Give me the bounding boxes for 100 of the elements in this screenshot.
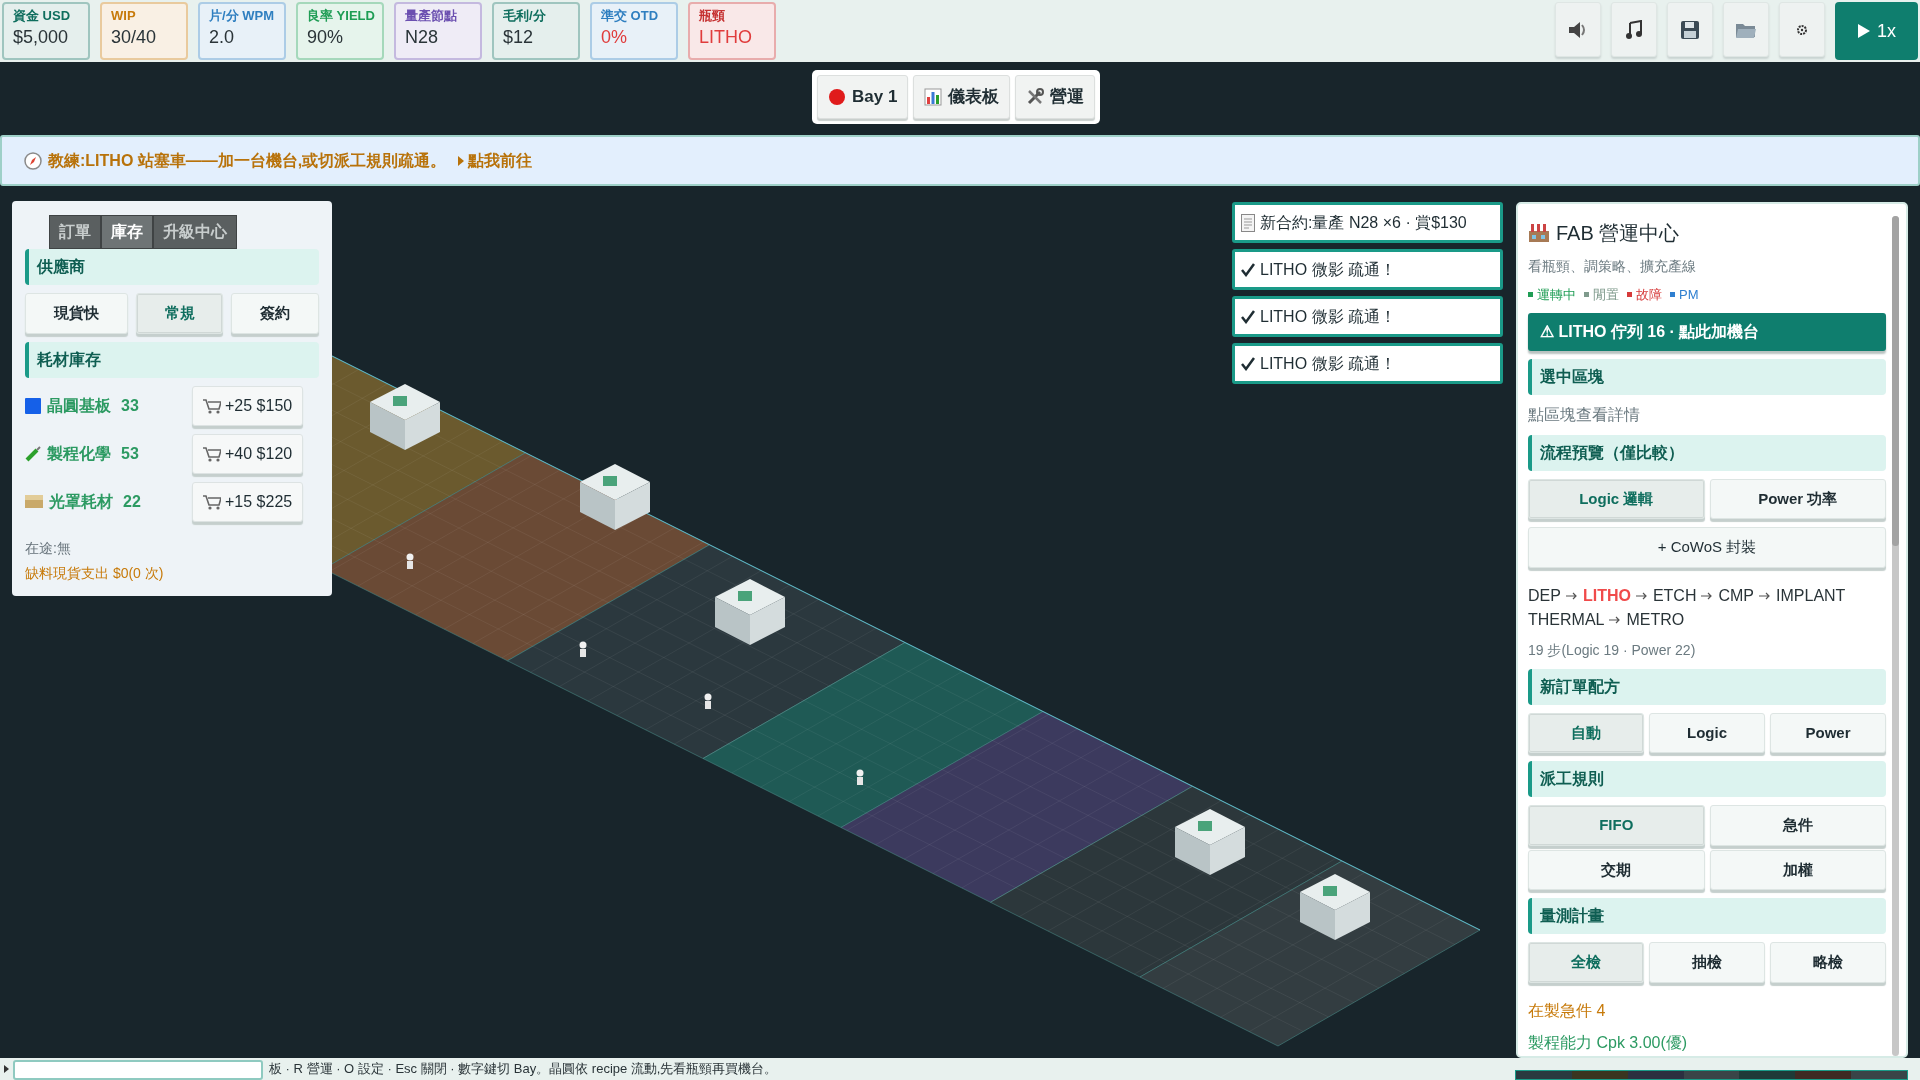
bay-tab[interactable]: 營運 [1015, 75, 1096, 119]
process-step: IMPLANT [1776, 583, 1846, 608]
material-name: 光罩耗材 [49, 491, 113, 512]
section-heading: 量測計畫 [1528, 898, 1886, 934]
cart-icon [203, 445, 221, 462]
check-icon [1241, 309, 1255, 324]
scrollbar-thumb[interactable] [1892, 216, 1899, 546]
scrollbar-track[interactable] [1892, 216, 1899, 1056]
cart-icon [203, 397, 221, 414]
add-package-button[interactable]: + CoWoS 封裝 [1528, 527, 1886, 568]
material-count: 53 [121, 443, 139, 464]
bay-tab[interactable]: 儀表板 [913, 75, 1011, 119]
section-heading: 流程預覽（僅比較） [1528, 434, 1886, 471]
notification-text: LITHO 微影 疏通！ [1260, 259, 1396, 280]
option-button[interactable]: 自動 [1528, 712, 1644, 753]
check-icon [1241, 262, 1255, 277]
machine-drawing[interactable] [715, 579, 785, 645]
buy-button[interactable]: +25 $150 [192, 385, 304, 426]
stat-value: $5,000 [13, 26, 70, 49]
worker-figure [406, 553, 414, 569]
stat-value: 30/40 [111, 26, 158, 49]
option-button[interactable]: Power [1770, 712, 1886, 753]
music-note-icon [1626, 19, 1642, 40]
option-button[interactable]: 略檢 [1770, 942, 1886, 983]
shortage-text: 缺料現貨支出 $0(0 次) [25, 563, 165, 583]
caret-icon [458, 155, 465, 166]
supplier-option[interactable]: 常規 [135, 293, 224, 334]
check-icon [1241, 356, 1255, 371]
arrow-icon [1635, 591, 1648, 600]
stat-value: 0% [601, 26, 628, 49]
material-name: 製程化學 [47, 443, 111, 464]
option-button[interactable]: Logic 邏輯 [1528, 478, 1705, 519]
process-step: METRO [1626, 607, 1685, 632]
panel-tab[interactable]: 訂單 [49, 215, 101, 249]
stat-label: WIP [111, 8, 137, 24]
stat-value: LITHO [699, 26, 753, 49]
record-dot-icon [828, 87, 846, 106]
notification-text: LITHO 微影 疏通！ [1260, 306, 1396, 327]
machine-drawing[interactable] [1300, 874, 1370, 940]
legend-label: 運轉中 [1537, 286, 1576, 304]
music-button[interactable] [1611, 2, 1657, 57]
worker-figure [856, 769, 864, 785]
stat-label: 瓶頸 [699, 8, 726, 24]
wafer-square-icon [25, 397, 41, 414]
panel-subtitle: 看瓶頸、調策略、擴充產線 [1528, 257, 1697, 276]
command-input[interactable] [13, 1060, 263, 1080]
process-step: LITHO [1582, 583, 1631, 608]
coach-message: 教練:LITHO 站塞車——加一台機台,或切派工規則疏通。 [48, 150, 447, 171]
arrow-icon [1759, 591, 1772, 600]
section-heading: 供應商 [25, 249, 319, 285]
process-step: CMP [1718, 583, 1755, 608]
save-button[interactable] [1667, 2, 1713, 57]
load-button[interactable] [1723, 2, 1769, 57]
play-speed-button[interactable]: 1x [1835, 2, 1918, 60]
panel-tab[interactable]: 升級中心 [153, 215, 237, 249]
notification-text: 新合約:量產 N28 ×6 · 賞$130 [1260, 212, 1467, 233]
stat-label: 毛利/分 [503, 8, 547, 24]
section-heading: 選中區塊 [1528, 358, 1886, 395]
stat-label: 量產節點 [405, 8, 458, 24]
supplier-option[interactable]: 現貨快 [25, 293, 128, 334]
add-machine-button[interactable]: ⚠ LITHO 佇列 16 · 點此加機台 [1528, 312, 1886, 351]
factory-icon [1528, 223, 1550, 243]
supplier-option[interactable]: 簽約 [231, 293, 319, 334]
arrow-icon [1701, 591, 1714, 600]
sound-button[interactable] [1555, 2, 1601, 57]
compass-icon [24, 151, 42, 170]
keyboard-hint: 板 · R 營運 · O 設定 · Esc 關閉 · 數字鍵切 Bay。晶圓依 recipe 流動,先看瓶頸再買機台。 [269, 1060, 778, 1079]
process-step: ETCH [1652, 583, 1697, 608]
section-heading: 派工規則 [1528, 761, 1886, 797]
cart-icon [203, 493, 221, 510]
legend-label: 閒置 [1593, 286, 1619, 304]
settings-icon [1796, 23, 1808, 36]
option-button[interactable]: Power 功率 [1709, 478, 1886, 519]
selection-hint: 點區塊查看詳情 [1528, 404, 1641, 425]
stat-value: N28 [405, 26, 440, 49]
tools-icon [1026, 87, 1045, 106]
panel-title: FAB 營運中心 [1556, 221, 1680, 246]
minimap[interactable] [1515, 1070, 1908, 1080]
play-icon [1857, 23, 1871, 39]
option-button[interactable]: 全檢 [1528, 942, 1644, 983]
option-button[interactable]: 交期 [1528, 849, 1705, 890]
machine-drawing[interactable] [370, 384, 440, 450]
panel-tab[interactable]: 庫存 [101, 215, 153, 249]
section-heading: 新訂單配方 [1528, 668, 1886, 705]
steps-summary: 19 步(Logic 19 · Power 22) [1528, 640, 1697, 660]
buy-button[interactable]: +15 $225 [192, 481, 304, 522]
stat-label: 準交 OTD [601, 8, 660, 24]
buy-button[interactable]: +40 $120 [192, 433, 304, 474]
pipette-icon [25, 445, 41, 462]
process-step: THERMAL [1528, 607, 1605, 632]
bay-tab[interactable]: Bay 1 [817, 75, 909, 119]
stat-label: 片/分 WPM [209, 8, 275, 24]
option-button[interactable]: 急件 [1709, 805, 1886, 846]
option-button[interactable]: 抽檢 [1649, 942, 1765, 983]
option-button[interactable]: Logic [1649, 712, 1765, 753]
stat-value: 90% [307, 26, 345, 49]
machine-drawing[interactable] [580, 464, 650, 530]
option-button[interactable]: FIFO [1528, 805, 1705, 846]
option-button[interactable]: 加權 [1709, 849, 1886, 890]
machine-drawing[interactable] [1175, 809, 1245, 875]
